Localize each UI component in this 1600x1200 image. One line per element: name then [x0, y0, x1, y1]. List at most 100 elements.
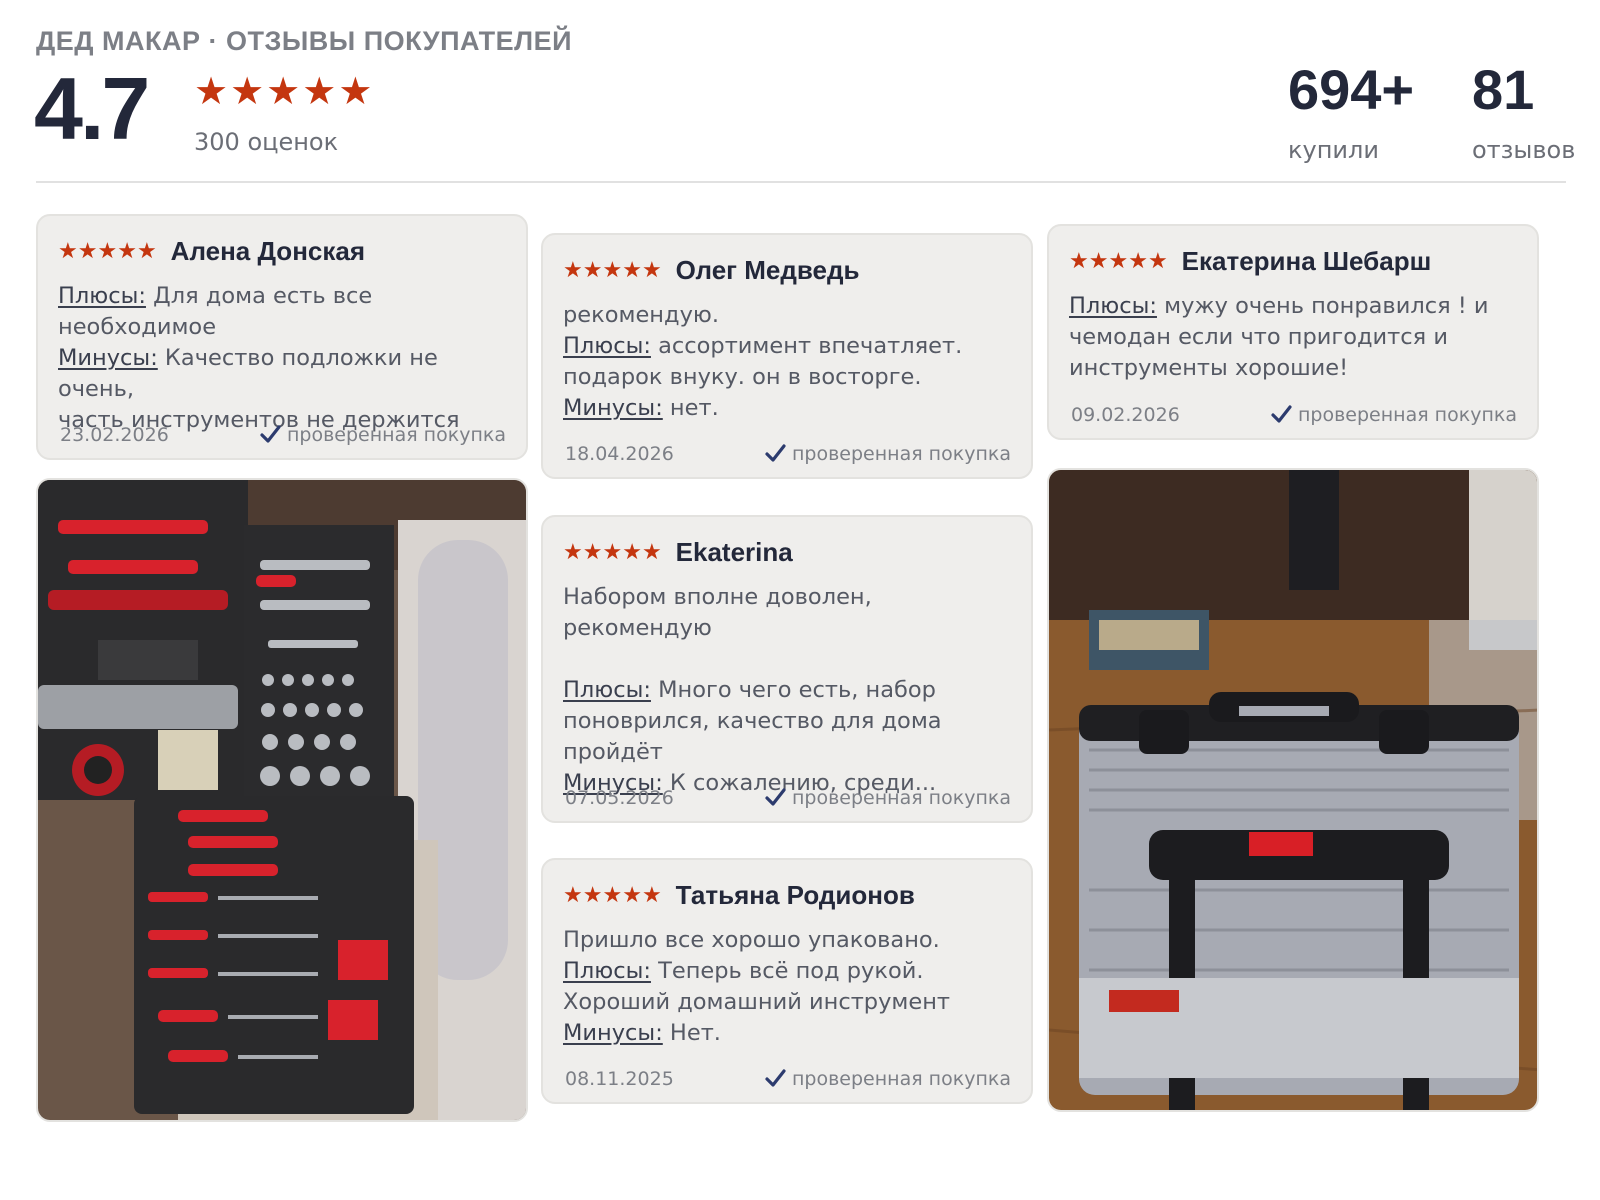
star-icon: ★	[117, 238, 137, 264]
review-card[interactable]: ★ ★ ★ ★ ★ Екатерина Шебарш Плюсы: мужу очень п…	[1047, 224, 1539, 440]
reviews-stat: 81 отзывов	[1472, 58, 1576, 165]
open-tool-case-photo	[38, 480, 526, 1120]
review-line-label: Плюсы:	[563, 333, 651, 359]
review-stars: ★ ★ ★ ★ ★	[563, 257, 662, 283]
review-header: ★ ★ ★ ★ ★ Екатерина Шебарш	[1069, 246, 1517, 277]
review-line-label: Минусы:	[58, 345, 158, 371]
review-stars: ★ ★ ★ ★ ★	[563, 882, 662, 908]
review-line-text: поноврился, качество для дома	[563, 708, 942, 734]
review-line-text: Набором вполне доволен, рекомендую	[563, 584, 872, 641]
star-icon: ★	[338, 69, 373, 113]
review-line-text: ассортимент впечатляет.	[650, 333, 963, 359]
star-icon: ★	[582, 257, 603, 283]
reviews-label: отзывов	[1472, 136, 1576, 164]
review-line: чемодан если что пригодится и	[1069, 322, 1517, 353]
checkmark-icon	[1271, 405, 1292, 423]
review-header: ★ ★ ★ ★ ★ Ekaterina	[563, 537, 1011, 568]
review-line: Плюсы: Теперь всё под рукой.	[563, 956, 1011, 987]
review-line: Плюсы: мужу очень понравился ! и	[1069, 291, 1517, 322]
bought-value: 694+	[1288, 58, 1415, 121]
review-line: поноврился, качество для дома	[563, 706, 1011, 737]
review-line-text: рекомендую.	[563, 302, 719, 328]
review-line-text: мужу очень понравился ! и	[1156, 293, 1489, 319]
verified-purchase-badge: проверенная покупка	[259, 424, 506, 446]
checkmark-icon	[765, 1069, 786, 1087]
review-line-text: Для дома есть все	[145, 283, 373, 309]
star-icon: ★	[622, 539, 642, 565]
review-date: 08.11.2025	[565, 1068, 674, 1090]
star-icon: ★	[563, 539, 583, 565]
verified-purchase-badge: проверенная покупка	[764, 443, 1011, 465]
verified-purchase-label: проверенная покупка	[1297, 404, 1517, 426]
review-author: Ekaterina	[675, 537, 793, 567]
review-line-text: Много чего есть, набор	[650, 677, 936, 703]
review-line: инструменты хорошие!	[1069, 353, 1517, 384]
review-line: Минусы: нет.	[563, 393, 1011, 424]
review-card[interactable]: ★ ★ ★ ★ ★ Олег Медведь рекомендую. Плюсы: ассор…	[541, 233, 1033, 479]
review-text: Набором вполне доволен, рекомендую Плюсы:…	[563, 582, 1011, 799]
review-photo-open-case[interactable]	[36, 478, 528, 1122]
verified-purchase-badge: проверенная покупка	[764, 787, 1011, 809]
bought-stat: 694+ купили	[1288, 58, 1415, 165]
review-text: Плюсы: Для дома есть все необходимое Минус…	[58, 281, 506, 436]
review-text: Плюсы: мужу очень понравился ! и чемодан …	[1069, 291, 1517, 384]
review-line: Пришло все хорошо упаковано.	[563, 925, 1011, 956]
review-author: Татьяна Родионов	[675, 880, 915, 910]
star-icon: ★	[641, 539, 662, 565]
star-icon: ★	[582, 882, 603, 908]
checkmark-icon	[765, 788, 786, 806]
review-footer: 07.05.2026 проверенная покупка	[565, 787, 1011, 809]
review-author: Екатерина Шебарш	[1181, 246, 1432, 276]
review-header: ★ ★ ★ ★ ★ Алена Донская	[58, 236, 506, 267]
review-author: Олег Медведь	[675, 255, 860, 285]
star-icon: ★	[602, 882, 623, 908]
review-line-text: Хороший домашний инструмент	[563, 989, 951, 1015]
review-date: 07.05.2026	[565, 787, 674, 809]
reviews-value: 81	[1472, 58, 1535, 121]
review-line-label: Плюсы:	[563, 958, 651, 984]
review-line-text: чемодан если что пригодится и	[1069, 324, 1448, 350]
review-line-text: пройдёт	[563, 739, 663, 765]
star-icon: ★	[1128, 248, 1148, 274]
star-icon: ★	[58, 238, 78, 264]
review-card[interactable]: ★ ★ ★ ★ ★ Ekaterina Набором вполне доволен, ре…	[541, 515, 1033, 823]
star-icon: ★	[563, 882, 583, 908]
review-author: Алена Донская	[170, 236, 365, 266]
review-stars: ★ ★ ★ ★ ★	[563, 539, 662, 565]
verified-purchase-label: проверенная покупка	[791, 1068, 1011, 1090]
star-icon: ★	[582, 539, 603, 565]
star-icon: ★	[1108, 248, 1129, 274]
star-icon: ★	[302, 69, 337, 113]
star-icon: ★	[77, 238, 98, 264]
review-footer: 23.02.2026 проверенная покупка	[60, 424, 506, 446]
review-footer: 18.04.2026 проверенная покупка	[565, 443, 1011, 465]
review-card[interactable]: ★ ★ ★ ★ ★ Алена Донская Плюсы: Для дома есть в…	[36, 214, 528, 460]
review-date: 09.02.2026	[1071, 404, 1180, 426]
review-line-text: инструменты хорошие!	[1069, 355, 1349, 381]
ratings-count: 300 оценок	[194, 128, 339, 156]
review-line: Плюсы: Для дома есть все	[58, 281, 506, 312]
star-icon: ★	[266, 69, 301, 113]
review-line: Хороший домашний инструмент	[563, 987, 1011, 1018]
review-line: Минусы: Качество подложки не очень,	[58, 343, 506, 405]
star-icon: ★	[194, 69, 229, 113]
review-card[interactable]: ★ ★ ★ ★ ★ Татьяна Родионов Пришло все хорошо у…	[541, 858, 1033, 1104]
review-text: рекомендую. Плюсы: ассортимент впечатляет…	[563, 300, 1011, 424]
star-icon: ★	[622, 257, 642, 283]
star-icon: ★	[641, 257, 662, 283]
review-line-label: Плюсы:	[58, 283, 146, 309]
review-line-text: нет.	[662, 395, 719, 421]
review-stars: ★ ★ ★ ★ ★	[58, 238, 157, 264]
review-line-text: Пришло все хорошо упаковано.	[563, 927, 940, 953]
star-icon: ★	[563, 257, 583, 283]
review-line-text: Теперь всё под рукой.	[650, 958, 924, 984]
review-photo-closed-case[interactable]	[1047, 468, 1539, 1112]
review-line: Минусы: Нет.	[563, 1018, 1011, 1049]
review-line-label: Плюсы:	[1069, 293, 1157, 319]
review-line-text: Нет.	[662, 1020, 721, 1046]
verified-purchase-label: проверенная покупка	[286, 424, 506, 446]
closed-tool-case-photo	[1049, 470, 1537, 1110]
verified-purchase-badge: проверенная покупка	[1270, 404, 1517, 426]
average-rating: 4.7	[34, 59, 150, 158]
